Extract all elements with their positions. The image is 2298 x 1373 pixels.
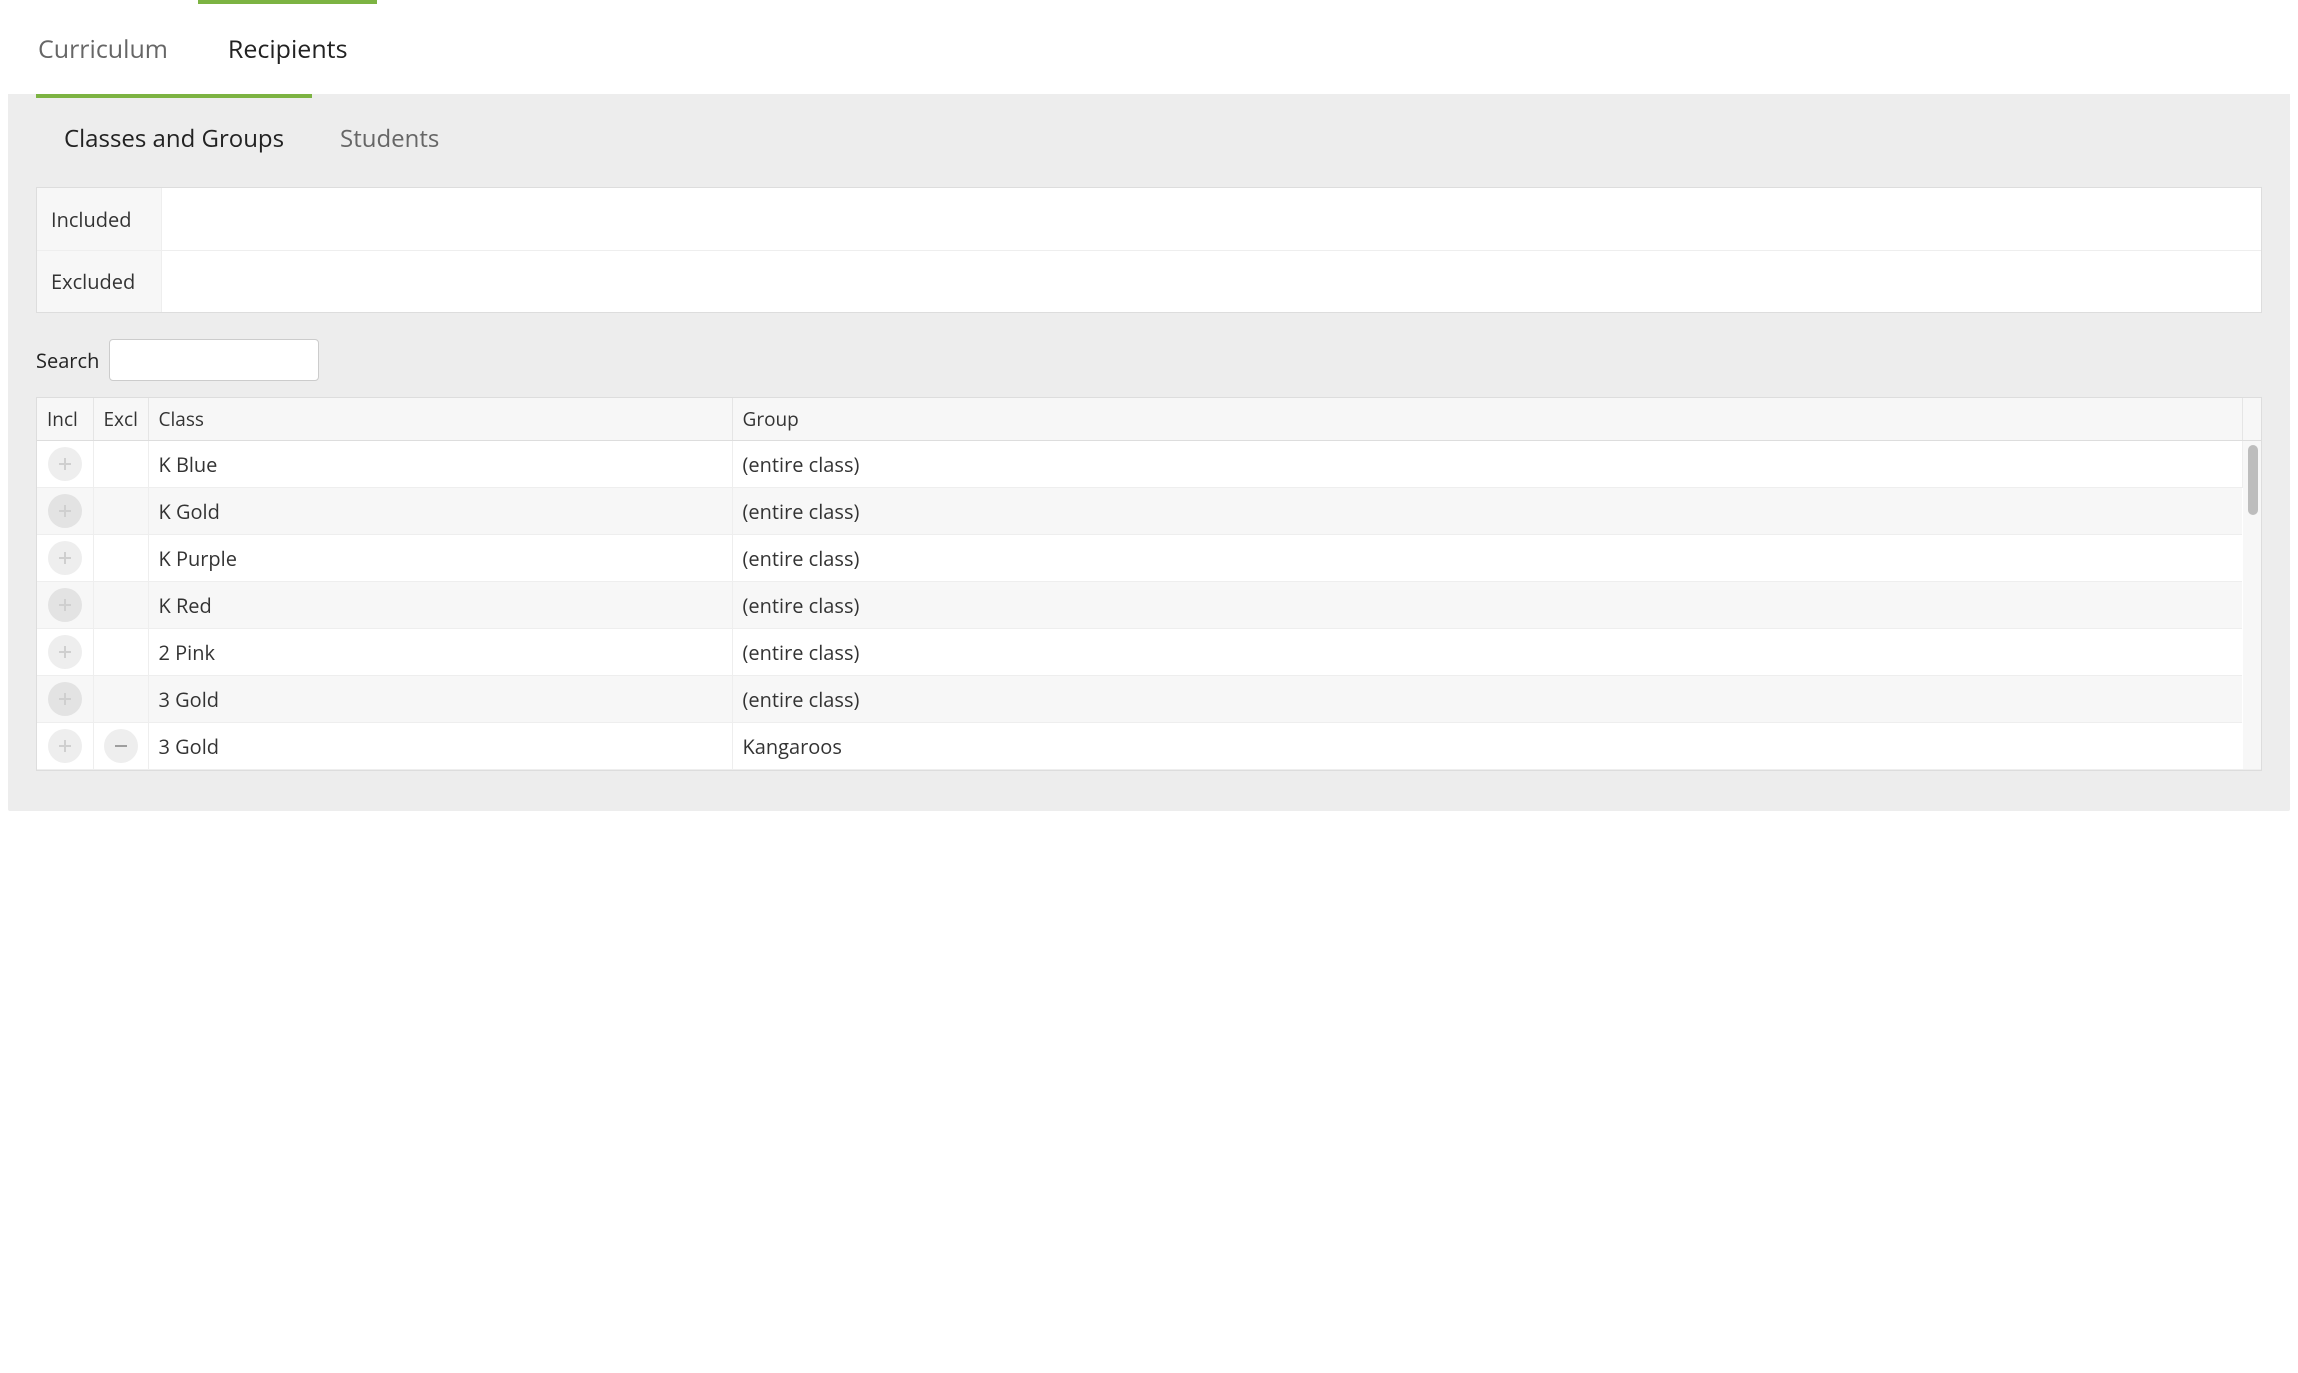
recipients-panel: Classes and Groups Students Included Exc… xyxy=(8,94,2290,811)
group-cell: (entire class) xyxy=(732,676,2242,723)
minus-icon xyxy=(114,739,128,753)
include-button[interactable] xyxy=(48,494,82,528)
class-cell: K Purple xyxy=(148,535,732,582)
tab-classes-and-groups[interactable]: Classes and Groups xyxy=(36,94,312,179)
class-cell: K Blue xyxy=(148,441,732,488)
sub-tabs: Classes and Groups Students xyxy=(8,94,2290,179)
col-header-class[interactable]: Class xyxy=(148,398,732,441)
class-cell: 3 Gold xyxy=(148,676,732,723)
included-label: Included xyxy=(37,188,162,250)
group-cell: Kangaroos xyxy=(732,723,2242,770)
excluded-label: Excluded xyxy=(37,251,162,312)
group-cell: (entire class) xyxy=(732,629,2242,676)
table-row: K Red (entire class) xyxy=(37,582,2261,629)
class-cell: 3 Gold xyxy=(148,723,732,770)
plus-icon xyxy=(58,739,72,753)
include-button[interactable] xyxy=(48,682,82,716)
search-row: Search xyxy=(36,339,2262,381)
included-content[interactable] xyxy=(162,188,2261,250)
include-button[interactable] xyxy=(48,588,82,622)
tab-recipients[interactable]: Recipients xyxy=(198,0,378,94)
scrollbar-track[interactable] xyxy=(2242,441,2261,770)
table-row: 2 Pink (entire class) xyxy=(37,629,2261,676)
col-header-scroll xyxy=(2242,398,2261,441)
class-cell: K Red xyxy=(148,582,732,629)
scrollbar-thumb[interactable] xyxy=(2248,445,2258,515)
plus-icon xyxy=(58,551,72,565)
col-header-group[interactable]: Group xyxy=(732,398,2242,441)
table-row: K Gold (entire class) xyxy=(37,488,2261,535)
table-row: 3 Gold Kangaroos xyxy=(37,723,2261,770)
include-button[interactable] xyxy=(48,635,82,669)
plus-icon xyxy=(58,598,72,612)
main-tabs: Curriculum Recipients xyxy=(8,0,2290,94)
include-button[interactable] xyxy=(48,447,82,481)
include-button[interactable] xyxy=(48,541,82,575)
table-header-row: Incl Excl Class Group xyxy=(37,398,2261,441)
plus-icon xyxy=(58,457,72,471)
classes-groups-table: Incl Excl Class Group xyxy=(36,397,2262,771)
tab-students[interactable]: Students xyxy=(312,94,467,179)
include-button[interactable] xyxy=(48,729,82,763)
plus-icon xyxy=(58,692,72,706)
group-cell: (entire class) xyxy=(732,441,2242,488)
group-cell: (entire class) xyxy=(732,535,2242,582)
excluded-row: Excluded xyxy=(37,250,2261,312)
included-row: Included xyxy=(37,188,2261,250)
exclude-button[interactable] xyxy=(104,729,138,763)
table-row: K Blue (entire class) xyxy=(37,441,2261,488)
excluded-content[interactable] xyxy=(162,251,2261,312)
group-cell: (entire class) xyxy=(732,488,2242,535)
class-cell: K Gold xyxy=(148,488,732,535)
search-label: Search xyxy=(36,347,99,374)
table-row: 3 Gold (entire class) xyxy=(37,676,2261,723)
plus-icon xyxy=(58,504,72,518)
col-header-incl[interactable]: Incl xyxy=(37,398,93,441)
plus-icon xyxy=(58,645,72,659)
table-row: K Purple (entire class) xyxy=(37,535,2261,582)
class-cell: 2 Pink xyxy=(148,629,732,676)
tab-curriculum[interactable]: Curriculum xyxy=(8,0,198,94)
search-input[interactable] xyxy=(109,339,319,381)
included-excluded-box: Included Excluded xyxy=(36,187,2262,313)
group-cell: (entire class) xyxy=(732,582,2242,629)
col-header-excl[interactable]: Excl xyxy=(93,398,148,441)
